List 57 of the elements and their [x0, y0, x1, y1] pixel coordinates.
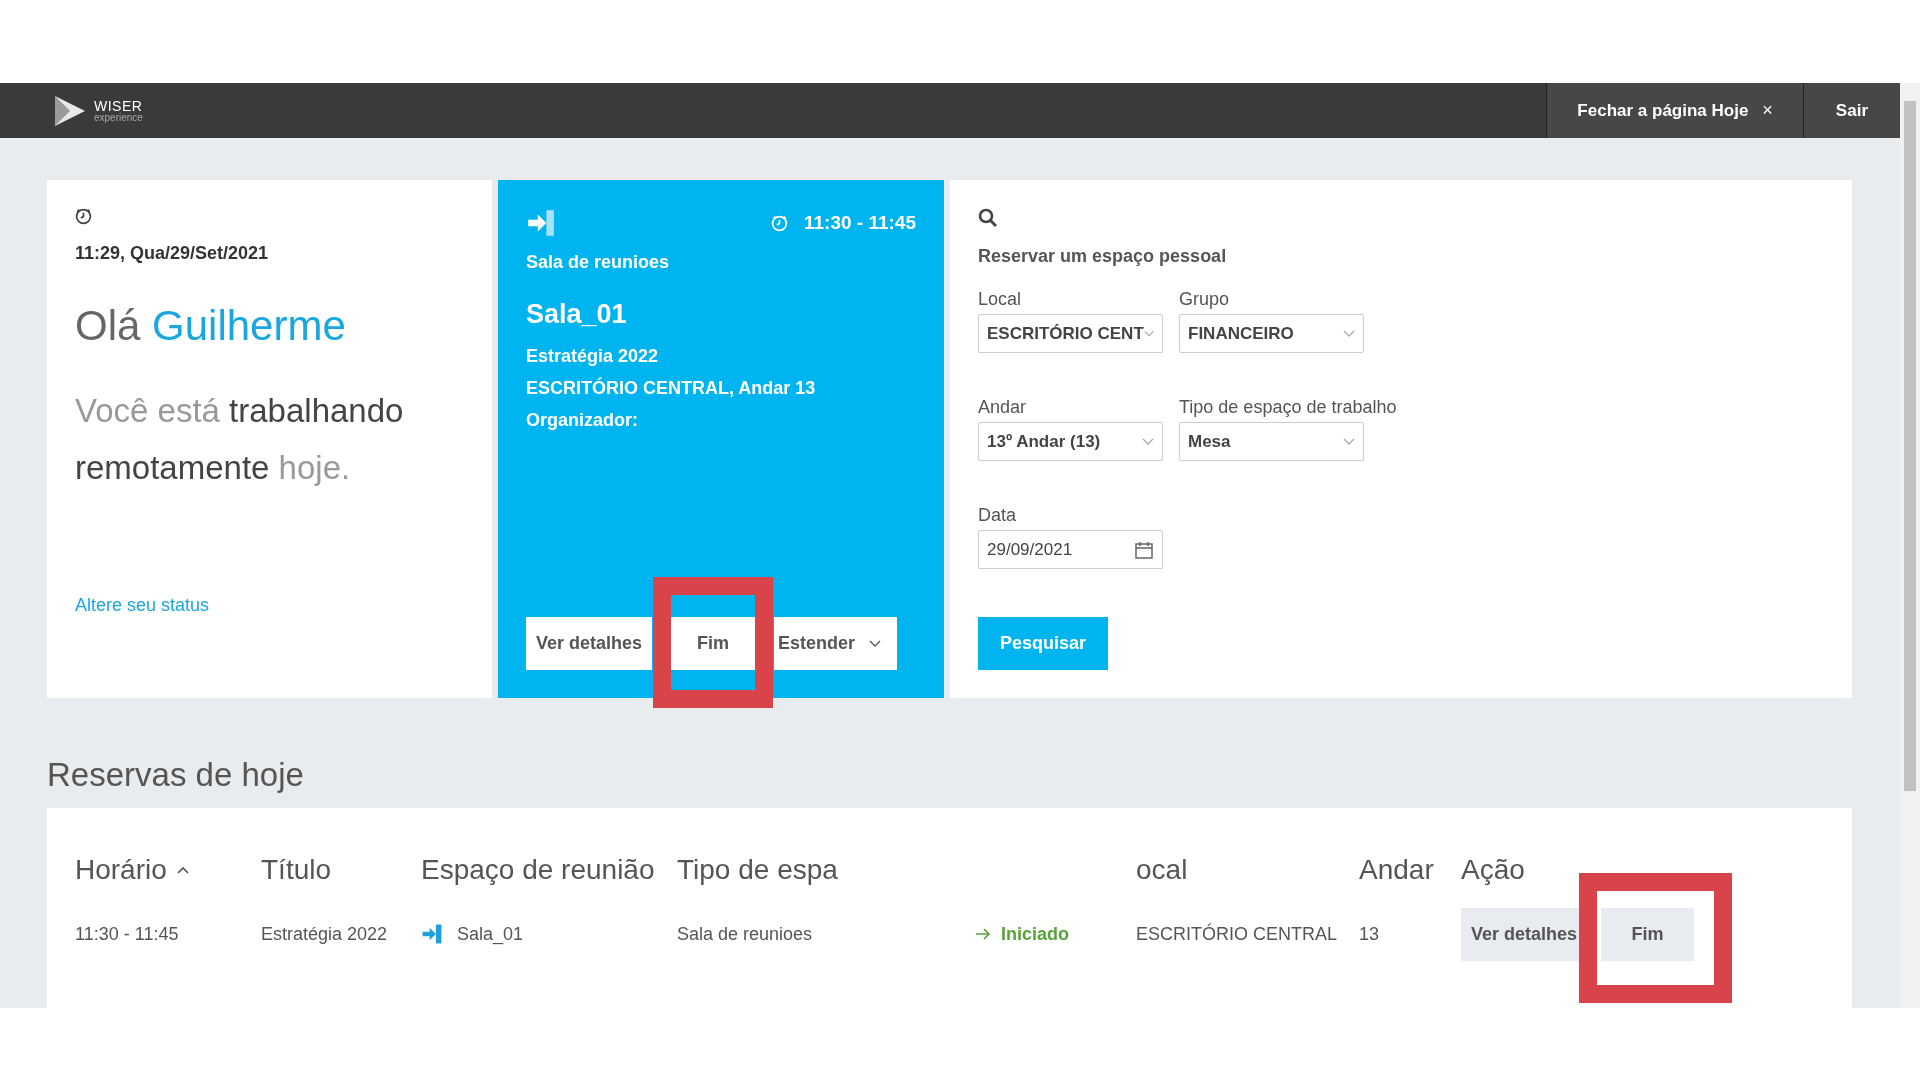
enter-icon: [526, 208, 556, 238]
scrollbar[interactable]: [1900, 83, 1920, 1008]
table-cell-text: 13: [1359, 922, 1381, 946]
date-time: 11:29, Qua/29/Set/2021: [75, 243, 270, 264]
column-header[interactable]: Horário: [75, 850, 261, 890]
table-cell-text: ESCRITÓRIO CENTRAL: [1136, 922, 1339, 946]
table-cell-text: 11:30 - 11:45: [75, 922, 180, 946]
calendar-icon: [1134, 539, 1154, 560]
logo-subtitle: experience: [94, 112, 143, 123]
table-cell-text: Estratégia 2022: [261, 922, 389, 946]
status-text: Iniciado: [1001, 923, 1069, 945]
meeting-title: Estratégia 2022: [526, 345, 660, 368]
column-header[interactable]: Tipo de espa: [677, 850, 965, 890]
field-label: Data: [978, 505, 1017, 526]
column-header[interactable]: Título: [261, 850, 421, 890]
close-icon[interactable]: ×: [1762, 100, 1773, 121]
arrow-right-icon: [975, 927, 991, 941]
exit-button[interactable]: Sair: [1802, 83, 1900, 138]
column-header[interactable]: Andar: [1359, 850, 1461, 890]
section-heading: Reservas de hoje: [47, 755, 304, 794]
table-cell: Sala_01: [457, 923, 524, 945]
field-label: Grupo: [1179, 289, 1230, 310]
scrollbar-thumb[interactable]: [1904, 101, 1916, 791]
greeting-heading: Olá Guilherme: [75, 302, 347, 350]
select-field[interactable]: Mesa: [1179, 422, 1364, 461]
column-header[interactable]: Espaço de reunião: [421, 850, 677, 890]
extend-dropdown[interactable]: Estender: [774, 617, 898, 670]
column-header[interactable]: ocal: [1136, 850, 1359, 890]
card-button[interactable]: Ver detalhes: [526, 617, 653, 670]
meeting-location: ESCRITÓRIO CENTRAL, Andar 13: [526, 376, 817, 400]
organizer-label: Organizador:: [526, 409, 639, 432]
field-label: Andar: [978, 397, 1027, 418]
enter-icon: [421, 923, 443, 945]
column-header[interactable]: Ação: [1461, 850, 1852, 890]
select-field[interactable]: FINANCEIRO: [1179, 314, 1364, 353]
form-title: Reservar um espaço pessoal: [978, 246, 1228, 267]
chevron-down-icon: [1343, 437, 1355, 446]
table-cell-text: Sala de reunioes: [677, 922, 814, 946]
space-type: Sala de reunioes: [526, 252, 671, 273]
status-text: Você está trabalhando remotamente hoje.: [75, 391, 405, 488]
select-field[interactable]: 13º Andar (13): [978, 422, 1163, 461]
select-field[interactable]: ESCRITÓRIO CENT: [978, 314, 1163, 353]
chevron-down-icon: [1143, 329, 1154, 338]
close-page-button[interactable]: Fechar a página Hoje ×: [1546, 83, 1803, 138]
row-action-button[interactable]: Fim: [1601, 907, 1695, 961]
space-name: Sala_01: [526, 299, 628, 330]
clock-icon: [771, 214, 788, 232]
field-label: Local: [978, 289, 1022, 310]
chevron-down-icon: [1343, 329, 1355, 338]
field-label: Tipo de espaço de trabalho: [1179, 397, 1397, 418]
search-icon: [978, 208, 998, 228]
card-button[interactable]: Fim: [669, 617, 758, 670]
logo-text: WISER: [94, 98, 143, 113]
meeting-time: 11:30 - 11:45: [804, 212, 916, 234]
chevron-down-icon: [1142, 437, 1154, 446]
date-field[interactable]: 29/09/2021: [978, 530, 1163, 569]
clock-icon: [75, 208, 92, 225]
